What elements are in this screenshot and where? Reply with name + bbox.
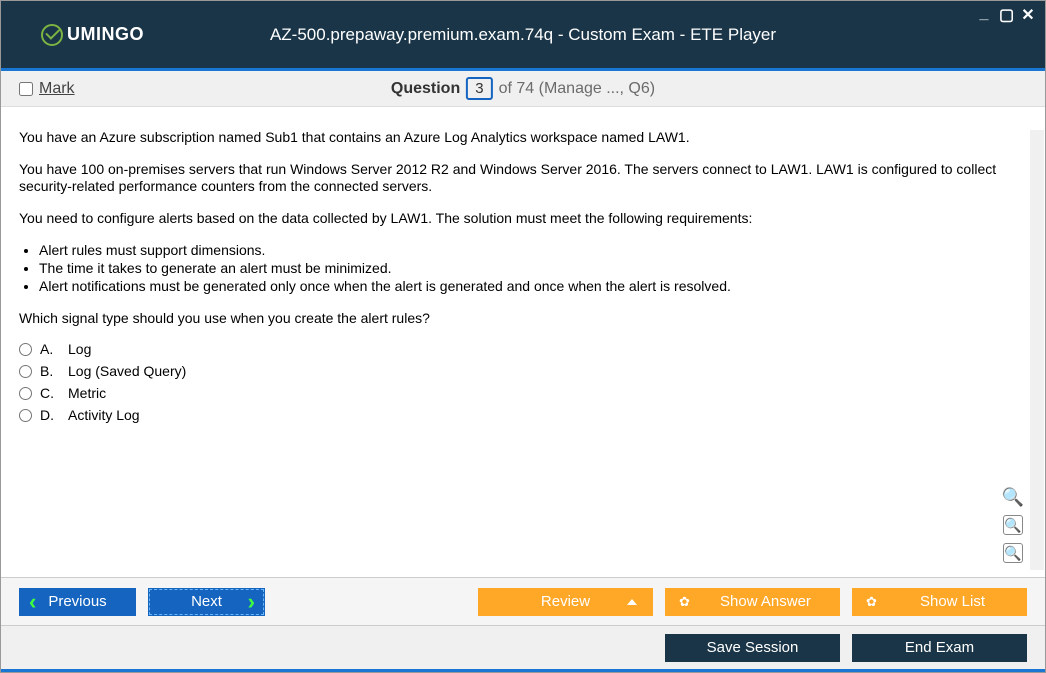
answer-option[interactable]: C. Metric — [19, 385, 1027, 401]
answer-text: Activity Log — [68, 407, 140, 423]
logo-text: UMINGO — [67, 24, 144, 45]
list-item: Alert notifications must be generated on… — [39, 277, 1027, 295]
show-answer-button[interactable]: ✿Show Answer — [665, 588, 840, 616]
minimize-button[interactable]: _ — [977, 5, 991, 25]
close-button[interactable]: ✕ — [1021, 5, 1035, 25]
answer-letter: A. — [40, 341, 60, 357]
list-icon: ✿ — [866, 594, 877, 610]
requirements-list: Alert rules must support dimensions. The… — [39, 241, 1027, 296]
question-number-input[interactable]: 3 — [466, 77, 492, 100]
window-title: AZ-500.prepaway.premium.exam.74q - Custo… — [270, 25, 776, 45]
scrollbar[interactable] — [1030, 130, 1044, 570]
zoom-in-button[interactable]: 🔍 — [1003, 515, 1023, 535]
question-label: Question — [391, 80, 460, 98]
logo-checkmark-icon — [41, 24, 63, 46]
question-total: of 74 (Manage ..., Q6) — [499, 80, 656, 98]
list-item: The time it takes to generate an alert m… — [39, 259, 1027, 277]
puzzle-icon: ✿ — [679, 594, 690, 610]
answer-radio-b[interactable] — [19, 365, 32, 378]
paragraph: You need to configure alerts based on th… — [19, 210, 1027, 228]
answer-letter: C. — [40, 385, 60, 401]
divider — [1, 669, 1045, 672]
maximize-button[interactable]: ▢ — [999, 5, 1013, 25]
answer-text: Metric — [68, 385, 106, 401]
answer-radio-a[interactable] — [19, 343, 32, 356]
answer-radio-c[interactable] — [19, 387, 32, 400]
answer-radio-d[interactable] — [19, 409, 32, 422]
title-bar: UMINGO AZ-500.prepaway.premium.exam.74q … — [1, 1, 1045, 68]
answer-option[interactable]: B. Log (Saved Query) — [19, 363, 1027, 379]
paragraph: You have 100 on-premises servers that ru… — [19, 161, 1027, 196]
mark-label[interactable]: Mark — [39, 80, 75, 98]
app-logo: UMINGO — [41, 24, 144, 46]
answer-option[interactable]: A. Log — [19, 341, 1027, 357]
save-session-button[interactable]: Save Session — [665, 634, 840, 662]
answer-letter: D. — [40, 407, 60, 423]
previous-button[interactable]: Previous — [19, 588, 136, 616]
zoom-out-button[interactable]: 🔍 — [1003, 543, 1023, 563]
answer-option[interactable]: D. Activity Log — [19, 407, 1027, 423]
end-exam-button[interactable]: End Exam — [852, 634, 1027, 662]
search-icon[interactable]: 🔍 — [1003, 487, 1023, 507]
question-bar: Mark Question 3 of 74 (Manage ..., Q6) — [1, 71, 1045, 107]
session-footer: Save Session End Exam — [1, 625, 1045, 669]
answer-letter: B. — [40, 363, 60, 379]
answer-text: Log (Saved Query) — [68, 363, 186, 379]
next-button[interactable]: Next — [148, 588, 265, 616]
review-button[interactable]: Review — [478, 588, 653, 616]
answer-text: Log — [68, 341, 91, 357]
list-item: Alert rules must support dimensions. — [39, 241, 1027, 259]
navigation-footer: Previous Next Review ✿Show Answer ✿Show … — [1, 577, 1045, 625]
answers-group: A. Log B. Log (Saved Query) C. Metric D.… — [19, 341, 1027, 423]
paragraph: You have an Azure subscription named Sub… — [19, 129, 1027, 147]
question-content: You have an Azure subscription named Sub… — [1, 107, 1045, 577]
show-list-button[interactable]: ✿Show List — [852, 588, 1027, 616]
mark-checkbox[interactable] — [19, 82, 33, 96]
paragraph: Which signal type should you use when yo… — [19, 310, 1027, 328]
